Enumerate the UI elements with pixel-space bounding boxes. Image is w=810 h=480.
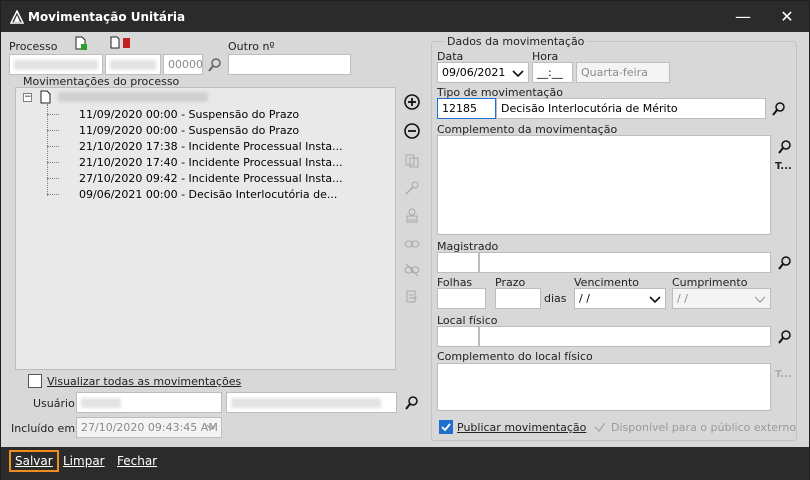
magistrado-code-field[interactable]	[437, 252, 479, 273]
vencimento-picker[interactable]: / /	[574, 288, 666, 309]
chevron-down-icon	[206, 424, 216, 430]
search-icon[interactable]	[777, 139, 793, 155]
cumprimento-value: / /	[677, 292, 688, 305]
tree-collapse-toggle[interactable]: −	[23, 93, 32, 102]
processo-field-2[interactable]	[105, 54, 161, 75]
processo-field-1[interactable]	[9, 54, 103, 75]
dados-group-title: Dados da movimentação	[444, 35, 588, 48]
complemento-textarea[interactable]	[437, 135, 771, 235]
tipo-code-field[interactable]: 12185	[437, 98, 496, 119]
checkmark-icon	[441, 423, 451, 432]
close-button[interactable]: ✕	[765, 1, 809, 32]
text-template-button-disabled: T...	[775, 369, 792, 380]
incluido-field: 27/10/2020 09:43:45 AM	[76, 417, 222, 438]
movements-tree[interactable]: − 11/09/2020 00:00 - Suspensão do Prazo …	[15, 87, 396, 370]
footer-bar: Salvar Limpar Fechar	[1, 447, 809, 480]
document-status-icon[interactable]	[109, 36, 133, 50]
visualizar-label: Visualizar todas as movimentações	[47, 375, 242, 388]
document-new-icon[interactable]	[74, 36, 88, 50]
usuario-code-field[interactable]	[76, 392, 222, 413]
processo-number: 00000	[168, 58, 203, 71]
hora-field[interactable]: __:__	[532, 62, 573, 83]
processo-number-field[interactable]: 00000	[163, 54, 203, 75]
complemento-local-label: Complemento do local físico	[437, 350, 593, 363]
weekday-field: Quarta-feira	[576, 62, 670, 83]
visualizar-checkbox[interactable]	[28, 374, 42, 388]
chevron-down-icon[interactable]	[512, 67, 524, 79]
chevron-down-icon	[754, 296, 766, 303]
save-button[interactable]: Salvar	[9, 450, 59, 472]
tree-item[interactable]: 21/10/2020 17:38 - Incidente Processual …	[79, 140, 343, 153]
stamp-icon[interactable]	[403, 207, 421, 225]
chevron-down-icon[interactable]	[649, 293, 661, 305]
title-bar: Movimentação Unitária — ✕	[1, 1, 809, 32]
tree-item[interactable]: 11/09/2020 00:00 - Suspensão do Prazo	[79, 124, 299, 137]
data-picker[interactable]: 09/06/2021	[437, 62, 529, 83]
add-icon[interactable]	[403, 93, 421, 111]
tipo-desc-field[interactable]: Decisão Interlocutória de Mérito	[496, 98, 766, 119]
unlink-icon[interactable]	[403, 261, 421, 279]
incluido-value: 27/10/2020 09:43:45 AM	[81, 421, 218, 434]
processo-label: Processo	[9, 40, 58, 53]
tree-item[interactable]: 21/10/2020 17:40 - Incidente Processual …	[79, 156, 343, 169]
clear-button[interactable]: Limpar	[63, 454, 105, 468]
outro-field[interactable]	[228, 54, 351, 75]
tree-item[interactable]: 11/09/2020 00:00 - Suspensão do Prazo	[79, 108, 299, 121]
text-template-button[interactable]: T...	[775, 161, 792, 172]
usuario-label: Usuário	[33, 397, 75, 410]
local-name-field[interactable]	[479, 326, 771, 347]
search-icon[interactable]	[207, 57, 223, 73]
incluido-label: Incluído em :	[11, 422, 83, 435]
usuario-name-field[interactable]	[226, 392, 397, 413]
search-icon[interactable]	[777, 329, 793, 345]
remove-icon[interactable]	[403, 122, 421, 140]
link-icon[interactable]	[403, 179, 421, 197]
search-icon[interactable]	[771, 101, 787, 117]
search-icon[interactable]	[777, 255, 793, 271]
publicar-label: Publicar movimentação	[457, 421, 587, 434]
folhas-field[interactable]	[437, 288, 486, 309]
outro-label: Outro nº	[228, 40, 275, 53]
chain-icon[interactable]	[403, 235, 421, 253]
copy-icon[interactable]	[403, 151, 421, 169]
publicar-checkbox[interactable]	[439, 420, 453, 434]
local-code-field[interactable]	[437, 326, 479, 347]
prazo-field[interactable]	[495, 288, 541, 309]
attach-icon[interactable]	[403, 288, 421, 306]
tipo-code: 12185	[442, 102, 477, 115]
search-icon[interactable]	[404, 395, 420, 411]
minimize-button[interactable]: —	[721, 1, 765, 32]
tipo-desc: Decisão Interlocutória de Mérito	[501, 102, 678, 115]
window-title: Movimentação Unitária	[28, 10, 186, 24]
main-window: Movimentação Unitária — ✕ Processo 00000…	[0, 0, 810, 480]
dias-label: dias	[544, 292, 567, 305]
app-icon	[10, 10, 24, 24]
magistrado-name-field[interactable]	[479, 252, 771, 273]
hora-value: __:__	[537, 66, 563, 79]
cumprimento-picker: / /	[672, 288, 771, 309]
close-form-button[interactable]: Fechar	[117, 454, 157, 468]
data-value: 09/06/2021	[442, 66, 506, 79]
disponivel-label: Disponível para o público externo	[611, 421, 797, 434]
tree-item[interactable]: 09/06/2021 00:00 - Decisão Interlocutóri…	[79, 188, 337, 201]
vencimento-value: / /	[579, 292, 590, 305]
complemento-local-textarea[interactable]	[437, 363, 771, 411]
weekday-value: Quarta-feira	[581, 66, 648, 79]
document-icon	[40, 90, 51, 104]
tree-item[interactable]: 27/10/2020 09:42 - Incidente Processual …	[79, 172, 343, 185]
checkmark-icon	[594, 422, 606, 433]
